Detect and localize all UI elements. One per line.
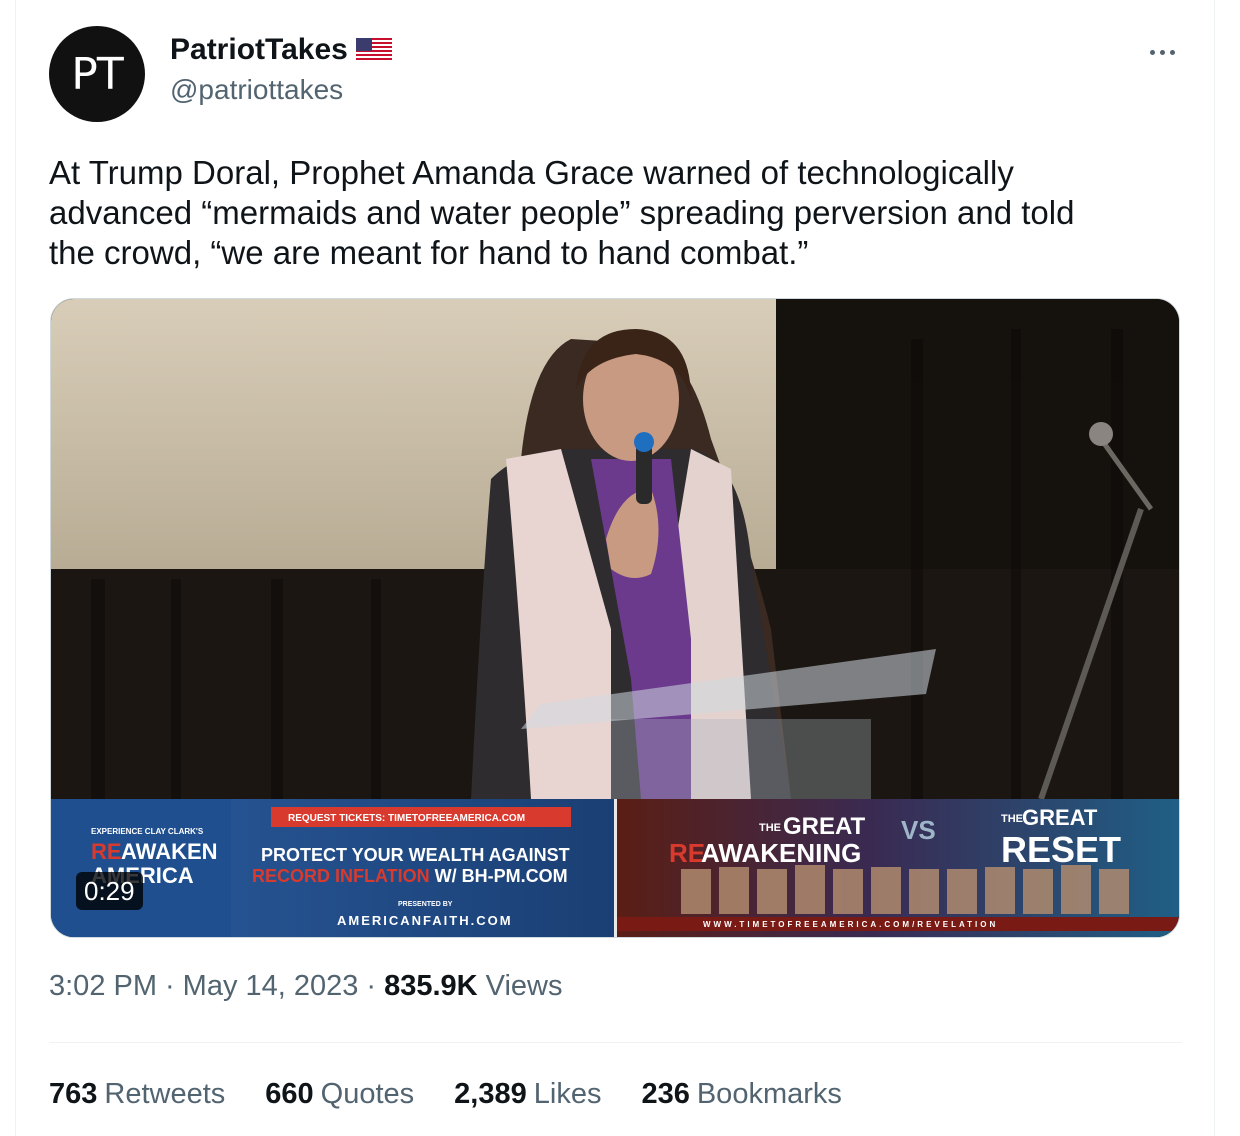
banner-awakening-the: THE [759, 822, 781, 834]
video-player[interactable]: EXPERIENCE CLAY CLARK'S RE AWAKEN AMERIC… [50, 298, 1180, 938]
us-flag-icon [355, 38, 392, 62]
banner-awakening-great: GREAT [783, 813, 866, 840]
banner-reawaken-prefix: RE [91, 839, 122, 864]
stat-likes[interactable]: 2,389 Likes [454, 1078, 601, 1111]
avatar-initials: PT [71, 48, 123, 100]
banner-americanfaith: AMERICANFAITH.COM [337, 913, 513, 928]
stat-retweets[interactable]: 763 Retweets [49, 1078, 225, 1111]
views-label: Views [485, 970, 563, 1002]
ad-banner-left: EXPERIENCE CLAY CLARK'S RE AWAKEN AMERIC… [51, 799, 614, 937]
stat-label: Likes [533, 1078, 602, 1110]
tweet-meta: 3:02 PM · May 14, 2023 · 835.9K Views [49, 970, 563, 1003]
banner-reset-word: RESET [1001, 829, 1121, 870]
banner-protect-line2: RECORD INFLATION W/ BH-PM.COM [252, 866, 568, 886]
stat-count: 236 [641, 1078, 690, 1110]
meta-separator: · [366, 970, 377, 1002]
tweet-date[interactable]: May 14, 2023 [183, 970, 359, 1003]
banner-protect-white: W/ BH-PM.COM [430, 866, 568, 886]
stat-count: 763 [49, 1078, 98, 1110]
banner-awakening-word: AWAKENING [701, 838, 861, 868]
avatar[interactable]: PT [49, 26, 145, 122]
banner-protect-red: RECORD INFLATION [252, 866, 430, 886]
meta-separator: · [165, 970, 175, 1002]
video-frame: EXPERIENCE CLAY CLARK'S RE AWAKEN AMERIC… [51, 299, 1179, 937]
ad-banner-right: THE GREAT RE AWAKENING VS THE GREAT RESE… [617, 799, 1179, 937]
banner-url-strip: WWW.TIMETOFREEAMERICA.COM/REVELATION [703, 920, 998, 929]
stat-count: 2,389 [454, 1078, 527, 1110]
stat-bookmarks[interactable]: 236 Bookmarks [641, 1078, 841, 1111]
author-handle[interactable]: @patriottakes [170, 74, 343, 106]
banner-protect-line1: PROTECT YOUR WEALTH AGAINST [261, 845, 570, 865]
video-duration-badge: 0:29 [76, 872, 143, 910]
views-count: 835.9K [384, 970, 478, 1002]
tweet-text: At Trump Doral, Prophet Amanda Grace war… [49, 154, 1075, 271]
banner-vs: VS [901, 815, 936, 845]
divider [49, 1042, 1182, 1043]
banner-reawaken-line1: AWAKEN [121, 839, 218, 864]
banner-presented-by: PRESENTED BY [398, 901, 453, 908]
banner-experience-label: EXPERIENCE CLAY CLARK'S [91, 827, 204, 836]
engagement-stats: 763 Retweets 660 Quotes 2,389 Likes 236 Book… [49, 1078, 842, 1111]
banner-awakening-re: RE [669, 838, 705, 868]
stat-label: Bookmarks [696, 1078, 842, 1110]
stat-label: Retweets [104, 1078, 226, 1110]
tweet-time[interactable]: 3:02 PM [49, 970, 157, 1003]
banner-request-tickets: REQUEST TICKETS: TIMETOFREEAMERICA.COM [288, 813, 525, 824]
banner-reset-great: GREAT [1022, 805, 1098, 830]
stat-quotes[interactable]: 660 Quotes [265, 1078, 414, 1111]
views[interactable]: 835.9K Views [384, 970, 562, 1003]
stat-label: Quotes [320, 1078, 415, 1110]
display-name[interactable]: PatriotTakes [170, 33, 348, 67]
banner-reset-the: THE [1001, 813, 1023, 825]
more-options-icon[interactable] [1140, 36, 1184, 68]
author-name-row: PatriotTakes [170, 33, 392, 67]
stat-count: 660 [265, 1078, 314, 1110]
